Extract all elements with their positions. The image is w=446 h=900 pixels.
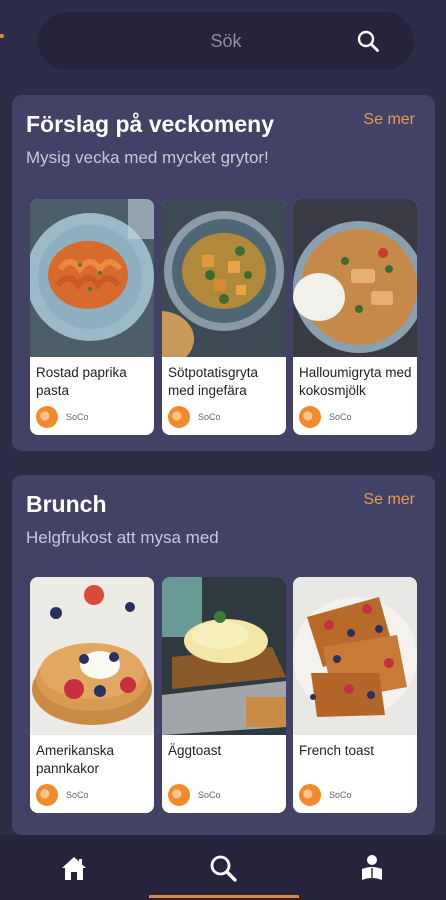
nav-search[interactable] [149,835,297,900]
reader-icon [362,854,382,880]
recipe-source: SoCo [329,412,352,422]
section-title: Förslag på veckomeny [26,111,274,137]
recipe-card[interactable]: Äggtoast SoCo [162,577,286,813]
soco-logo-icon [36,406,58,428]
recipe-card[interactable]: Halloumigryta med kokosmjölk SoCo [293,199,417,435]
recipe-source: SoCo [66,790,89,800]
recipe-title: Sötpotatisgryta med ingefära [168,365,259,398]
recipe-image [30,199,154,357]
recipe-image [30,577,154,735]
see-more-link[interactable]: Se mer [363,111,415,129]
bottom-navigation [0,835,446,900]
section-brunch: Brunch Helgfrukost att mysa med Se mer A… [12,475,435,835]
recipe-image [293,199,417,357]
edge-indicator [0,34,4,38]
recipe-image [293,577,417,735]
recipe-card[interactable]: Rostad paprika pasta SoCo [30,199,154,435]
recipe-card[interactable]: French toast SoCo [293,577,417,813]
recipe-title: Rostad paprika pasta [36,365,127,398]
soco-logo-icon [299,406,321,428]
section-weekly-menu: Förslag på veckomeny Mysig vecka med myc… [12,95,435,451]
recipe-source: SoCo [329,790,352,800]
recipe-title: Halloumigryta med kokosmjölk [299,365,412,398]
nav-home[interactable] [0,835,148,900]
recipe-image [162,199,286,357]
search-bar[interactable]: Sök [38,12,414,70]
home-icon [62,856,86,880]
recipe-image [162,577,286,735]
recipe-source: SoCo [66,412,89,422]
recipe-carousel[interactable]: Rostad paprika pasta SoCo Sötpotatisgryt… [30,199,435,435]
recipe-card[interactable]: Sötpotatisgryta med ingefära SoCo [162,199,286,435]
soco-logo-icon [168,406,190,428]
search-placeholder: Sök [210,30,242,51]
nav-active-indicator [149,895,299,898]
recipe-carousel[interactable]: Amerikanska pannkakor SoCo Äggtoast SoCo [30,577,435,813]
see-more-link[interactable]: Se mer [363,491,415,509]
section-subtitle: Mysig vecka med mycket grytor! [26,148,269,167]
soco-logo-icon [36,784,58,806]
nav-profile[interactable] [298,835,446,900]
recipe-title: French toast [299,743,375,758]
recipe-source: SoCo [198,412,221,422]
recipe-title: Äggtoast [168,743,222,758]
soco-logo-icon [168,784,190,806]
recipe-title: Amerikanska pannkakor [36,743,115,776]
search-icon[interactable] [356,29,380,53]
recipe-card[interactable]: Amerikanska pannkakor SoCo [30,577,154,813]
section-subtitle: Helgfrukost att mysa med [26,528,219,547]
search-icon [210,855,237,882]
soco-logo-icon [299,784,321,806]
section-title: Brunch [26,491,107,517]
recipe-source: SoCo [198,790,221,800]
